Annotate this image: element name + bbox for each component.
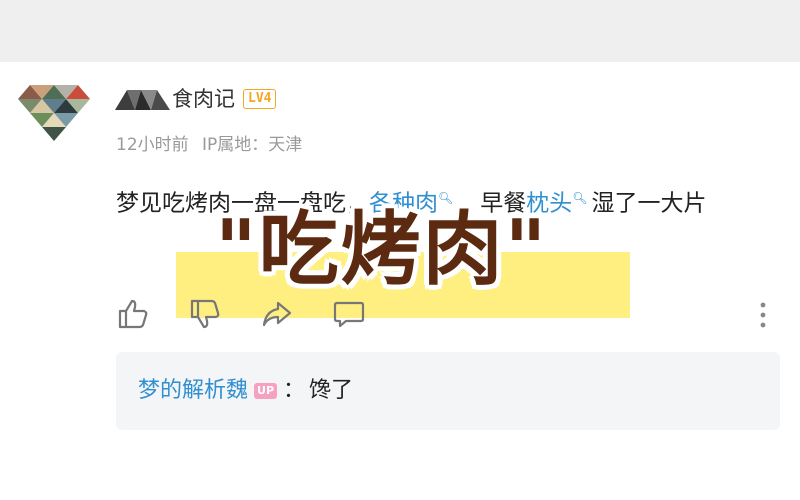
comment-time: 12小时前 (116, 135, 189, 155)
share-icon[interactable] (260, 297, 294, 331)
comment-icon[interactable] (332, 297, 366, 331)
reply-text: 馋了 (309, 378, 354, 403)
reply-preview[interactable]: 梦的解析魏 UP ： 馋了 (116, 352, 780, 430)
user-avatar[interactable] (18, 85, 90, 151)
reply-separator: ： (283, 378, 306, 403)
censored-username-mosaic (115, 90, 170, 110)
ip-location: IP属地：天津 (202, 135, 303, 155)
user-row: 食肉记 LV4 (115, 84, 277, 114)
like-icon[interactable] (116, 297, 150, 331)
search-icon[interactable]: 🔍︎ (572, 191, 587, 205)
level-badge: LV4 (243, 89, 277, 109)
top-bar (0, 0, 800, 62)
reply-username[interactable]: 梦的解析魏 (138, 374, 248, 408)
overlay-title: "吃烤肉" (215, 203, 549, 296)
action-bar (116, 296, 404, 332)
more-icon[interactable] (758, 300, 768, 330)
comment-text-after: 湿了一大片 (591, 190, 707, 217)
reply-line: 梦的解析魏 UP ： 馋了 (138, 374, 353, 408)
username[interactable]: 食肉记 (172, 84, 235, 114)
dislike-icon[interactable] (188, 297, 222, 331)
up-badge: UP (254, 383, 278, 399)
comment-meta: 12小时前 IP属地：天津 (116, 130, 310, 155)
